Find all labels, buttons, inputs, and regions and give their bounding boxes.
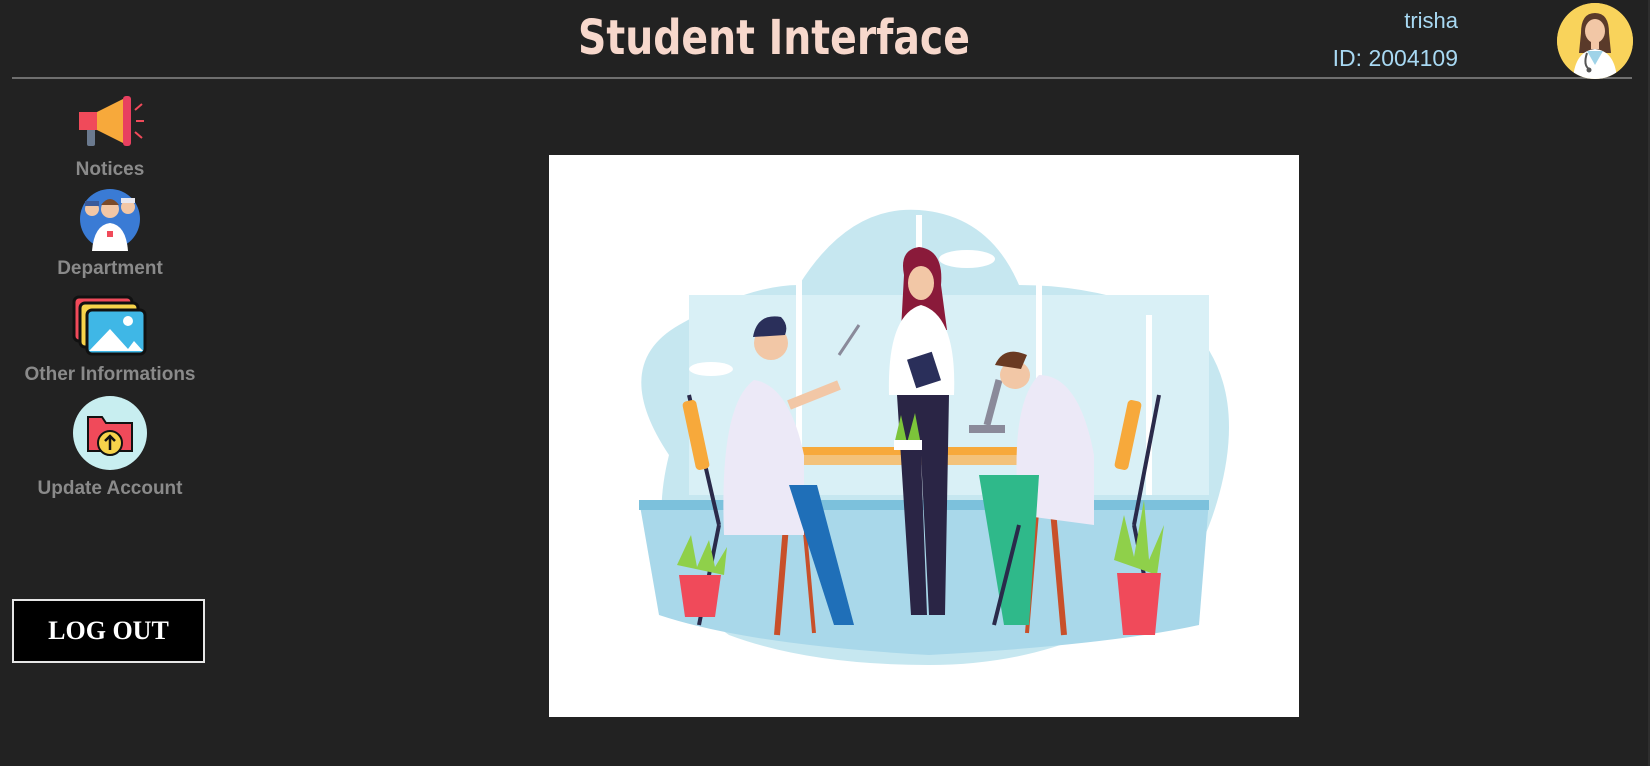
page-title: Student Interface xyxy=(578,10,970,66)
header-divider xyxy=(12,77,1632,79)
medical-lab-illustration xyxy=(549,155,1299,717)
sidebar-item-label: Notices xyxy=(75,159,145,180)
upload-folder-icon xyxy=(0,395,220,476)
megaphone-icon xyxy=(0,92,220,157)
sidebar-item-label: Department xyxy=(57,258,163,279)
doctor-avatar-icon[interactable] xyxy=(1557,3,1633,79)
sidebar-item-notices[interactable]: Notices xyxy=(0,92,220,181)
sidebar-item-department[interactable]: Department xyxy=(0,187,220,280)
sidebar-item-label: Update Account xyxy=(37,478,183,499)
user-name: trisha xyxy=(1404,8,1458,33)
doctors-group-icon xyxy=(0,187,220,256)
sidebar-item-update-account[interactable]: Update Account xyxy=(0,395,220,500)
user-id: ID: 2004109 xyxy=(1332,45,1458,71)
sidebar-item-other-informations[interactable]: Other Informations xyxy=(0,295,220,386)
logout-button[interactable]: LOG OUT xyxy=(12,599,205,663)
sidebar-item-label: Other Informations xyxy=(24,364,196,385)
photo-gallery-icon xyxy=(0,295,220,362)
